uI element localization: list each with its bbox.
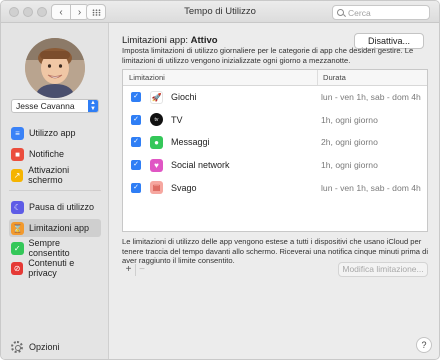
screen-time-window: ‹ › Tempo di Utilizzo Cerca Jesse Cavann…: [0, 0, 440, 360]
messages-icon: ●: [150, 135, 163, 149]
moon-icon: ☾: [11, 200, 24, 214]
sidebar-item-always-allowed[interactable]: ✓ Sempre consentito: [9, 238, 101, 258]
limits-table: Limitazioni Durata ✓ 🚀 Giochi lun - ven …: [122, 69, 428, 232]
sidebar-item-label: Pausa di utilizzo: [29, 202, 95, 212]
sidebar-item-notifications[interactable]: ■ Notifiche: [9, 145, 101, 163]
options-label: Opzioni: [29, 342, 60, 352]
search-input[interactable]: [348, 7, 418, 18]
title-bar: ‹ › Tempo di Utilizzo: [1, 1, 439, 23]
column-header-limits[interactable]: Limitazioni: [123, 70, 318, 85]
hourglass-icon: ⌛: [11, 221, 24, 235]
sidebar-item-pickups[interactable]: ↗ Attivazioni schermo: [9, 165, 101, 185]
bell-icon: ■: [11, 147, 24, 161]
sidebar-item-content-privacy[interactable]: ⊘ Contenuti e privacy: [9, 258, 101, 278]
modify-limit-button[interactable]: Modifica limitazione...: [338, 262, 428, 277]
table-row[interactable]: ✓ 🚀 Giochi lun - ven 1h, sab - dom 4h: [123, 86, 427, 109]
row-duration: 1h, ogni giorno: [321, 160, 378, 171]
avatar: [25, 38, 85, 98]
checkbox[interactable]: ✓: [131, 114, 141, 125]
status-value: Attivo: [190, 35, 218, 46]
description-text: Imposta limitazioni di utilizzo giornali…: [122, 46, 414, 65]
row-name: TV: [171, 114, 183, 125]
row-name: Messaggi: [171, 137, 210, 148]
row-name: Svago: [171, 182, 197, 193]
sidebar-item-label: Attivazioni schermo: [28, 165, 70, 185]
row-duration: 1h, ogni giorno: [321, 114, 378, 125]
help-button[interactable]: ?: [416, 337, 432, 353]
row-duration: 2h, ogni giorno: [321, 137, 378, 148]
search-field[interactable]: [332, 5, 430, 20]
add-limit-button[interactable]: +: [122, 264, 135, 276]
user-name: Jesse Cavanna: [16, 101, 75, 111]
chevron-updown-icon: ▲ ▼: [88, 100, 98, 112]
sidebar-item-label: Sempre consentito: [28, 238, 70, 258]
checkbox[interactable]: ✓: [131, 137, 141, 148]
sidebar-divider: [9, 190, 101, 191]
row-name: Giochi: [171, 92, 197, 103]
row-duration: lun - ven 1h, sab - dom 4h: [321, 182, 421, 193]
sidebar-item-label: Notifiche: [29, 149, 65, 159]
sidebar-item-downtime[interactable]: ☾ Pausa di utilizzo: [9, 198, 101, 216]
add-remove-control: + −: [122, 264, 148, 276]
popcorn-icon: ▤: [150, 181, 163, 195]
checkbox[interactable]: ✓: [131, 160, 141, 171]
apple-tv-icon: tv: [150, 113, 163, 127]
sidebar: Jesse Cavanna ▲ ▼ ≡ Utilizzo app ■ Notifi…: [1, 23, 109, 359]
row-name: Social network: [171, 160, 230, 171]
table-row[interactable]: ✓ ♥ Social network 1h, ogni giorno: [123, 154, 427, 177]
row-duration: lun - ven 1h, sab - dom 4h: [321, 92, 421, 103]
main-panel: Limitazioni app: Attivo Disattiva... Imp…: [110, 23, 439, 359]
remove-limit-button[interactable]: −: [135, 264, 148, 276]
column-header-duration[interactable]: Durata: [318, 73, 346, 82]
options-button[interactable]: Opzioni: [11, 341, 60, 353]
layers-icon: ≡: [11, 126, 24, 140]
app-limits-status: Limitazioni app: Attivo: [122, 35, 218, 46]
sidebar-item-app-limits[interactable]: ⌛ Limitazioni app: [9, 219, 101, 237]
checkmark-icon: ✓: [11, 241, 24, 255]
gear-icon: [11, 341, 23, 353]
table-row[interactable]: ✓ ▤ Svago lun - ven 1h, sab - dom 4h: [123, 176, 427, 199]
user-selector[interactable]: Jesse Cavanna ▲ ▼: [11, 99, 99, 113]
status-prefix: Limitazioni app:: [122, 35, 189, 46]
table-header: Limitazioni Durata: [123, 70, 427, 86]
table-row[interactable]: ✓ tv TV 1h, ogni giorno: [123, 109, 427, 132]
user-photo: [25, 38, 85, 98]
checkbox[interactable]: ✓: [131, 182, 141, 193]
sidebar-item-label: Utilizzo app: [29, 128, 76, 138]
pickups-icon: ↗: [11, 168, 24, 182]
sidebar-item-app-usage[interactable]: ≡ Utilizzo app: [9, 124, 101, 142]
checkbox[interactable]: ✓: [131, 92, 141, 103]
table-row[interactable]: ✓ ● Messaggi 2h, ogni giorno: [123, 131, 427, 154]
restriction-icon: ⊘: [11, 261, 24, 275]
sidebar-item-label: Contenuti e privacy: [28, 258, 75, 278]
sidebar-item-label: Limitazioni app: [29, 223, 90, 233]
search-icon: [337, 9, 344, 16]
social-icon: ♥: [150, 158, 163, 172]
rocket-icon: 🚀: [150, 90, 163, 104]
